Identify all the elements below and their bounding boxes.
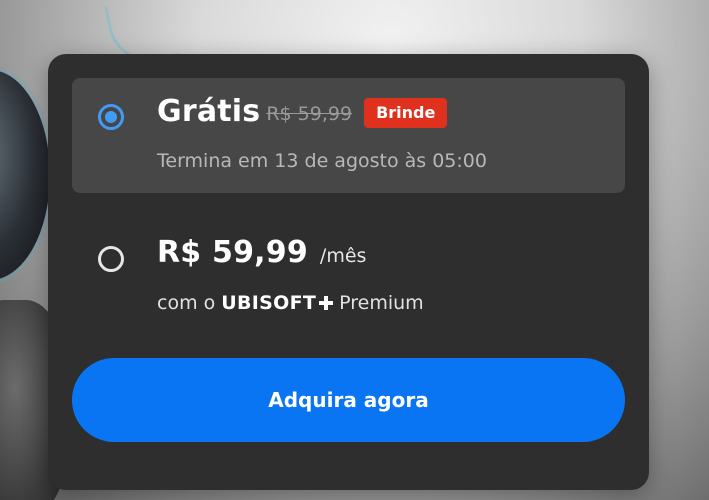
radio-selected-icon[interactable] [98,104,124,130]
ubisoft-plus-logo: UBISOFT [221,292,339,314]
buy-now-button[interactable]: Adquira agora [72,358,625,442]
subscription-price-line: R$ 59,99 /mês [157,235,366,270]
subscription-prefix: com o [157,292,216,314]
subscription-period: /mês [319,244,367,267]
offer-end-text: Termina em 13 de agosto às 05:00 [157,150,487,172]
subscription-tier: Premium [339,292,424,314]
background-helmet [0,70,50,280]
subscription-option[interactable]: R$ 59,99 /mês com o UBISOFT Premium [72,206,625,326]
free-offer-option[interactable]: Grátis R$ 59,99 Brinde Termina em 13 de … [72,78,625,193]
purchase-card: Grátis R$ 59,99 Brinde Termina em 13 de … [48,54,649,490]
original-price: R$ 59,99 [266,102,353,125]
radio-unselected-icon[interactable] [98,246,124,272]
subscription-price: R$ 59,99 [157,235,308,270]
brand-name: UBISOFT [221,292,317,314]
plus-icon [319,296,334,310]
subscription-details: com o UBISOFT Premium [157,292,424,314]
free-price: Grátis [157,94,261,129]
gift-badge: Brinde [364,97,448,128]
free-price-line: Grátis R$ 59,99 Brinde [157,94,448,129]
